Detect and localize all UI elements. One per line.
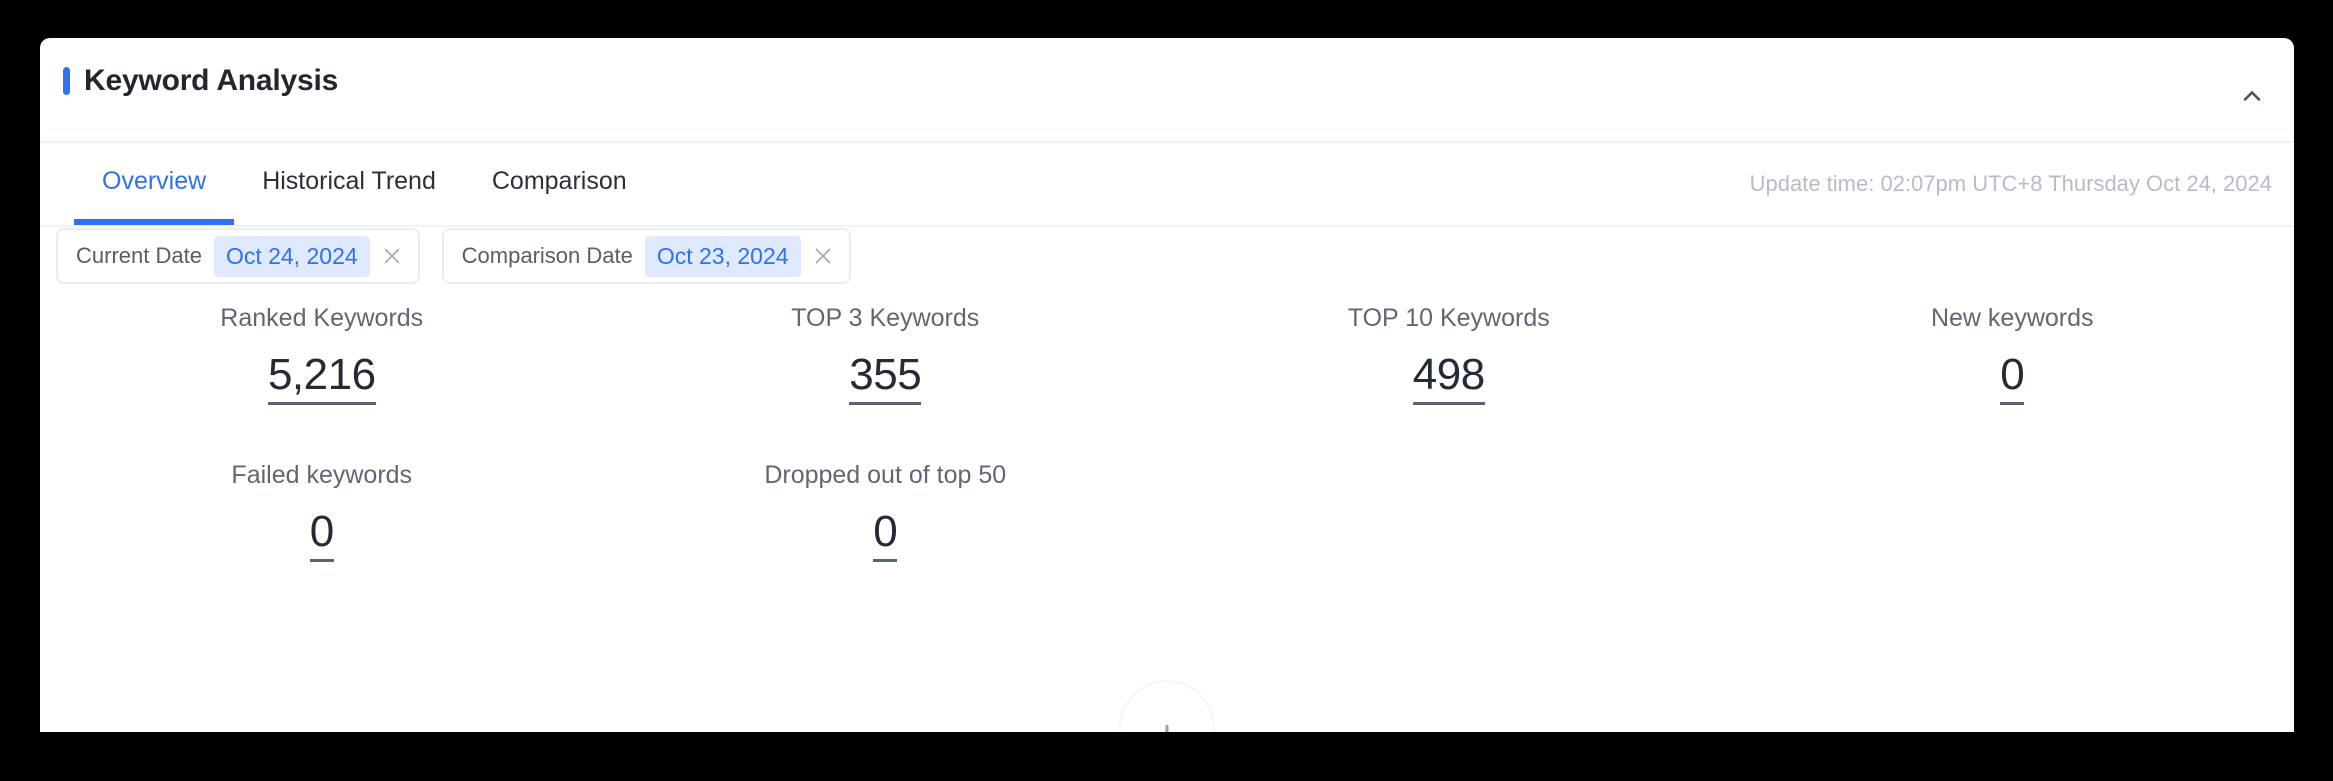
metric-label: TOP 3 Keywords bbox=[791, 304, 980, 332]
metric-label: TOP 10 Keywords bbox=[1347, 304, 1550, 332]
comparison-date-label: Comparison Date bbox=[461, 243, 633, 268]
collapse-card-button[interactable] bbox=[2230, 74, 2274, 118]
metric-new-keywords: New keywords 0 bbox=[1731, 306, 2295, 405]
metric-top-10-keywords: TOP 10 Keywords 498 bbox=[1167, 306, 1731, 405]
metric-value-wrap: 0 bbox=[604, 510, 1168, 562]
screenshot-viewport: Keyword Analysis Overview Historical Tre… bbox=[0, 0, 2333, 781]
current-date-value[interactable]: Oct 24, 2024 bbox=[213, 235, 370, 277]
comparison-date-value[interactable]: Oct 23, 2024 bbox=[644, 235, 801, 277]
tab-historical-trend[interactable]: Historical Trend bbox=[234, 143, 464, 225]
metric-value[interactable]: 355 bbox=[849, 353, 922, 405]
tab-bar: Overview Historical Trend Comparison Upd… bbox=[40, 143, 2294, 227]
current-date-filter-chip[interactable]: Current Date Oct 24, 2024 bbox=[56, 228, 420, 284]
metrics-row-2: Failed keywords 0 Dropped out of top 50 … bbox=[40, 463, 2294, 562]
metric-value-wrap: 498 bbox=[1167, 353, 1731, 405]
keyword-analysis-card: Keyword Analysis Overview Historical Tre… bbox=[40, 38, 2294, 732]
tab-list: Overview Historical Trend Comparison bbox=[74, 143, 655, 225]
metric-top-3-keywords: TOP 3 Keywords 355 bbox=[604, 306, 1168, 405]
metric-value[interactable]: 5,216 bbox=[267, 353, 376, 405]
date-filter-row: Current Date Oct 24, 2024 Comparison Dat… bbox=[40, 228, 851, 284]
metric-value[interactable]: 0 bbox=[873, 510, 898, 562]
metric-value[interactable]: 0 bbox=[2000, 353, 2025, 405]
chevron-up-icon bbox=[2243, 91, 2261, 101]
current-date-clear-button[interactable] bbox=[370, 234, 414, 278]
metric-value[interactable]: 498 bbox=[1412, 353, 1485, 405]
metric-failed-keywords: Failed keywords 0 bbox=[40, 463, 604, 562]
metric-label: Ranked Keywords bbox=[220, 304, 424, 332]
card-title-group: Keyword Analysis bbox=[63, 66, 338, 96]
metric-ranked-keywords: Ranked Keywords 5,216 bbox=[40, 306, 604, 405]
metrics-row-1: Ranked Keywords 5,216 TOP 3 Keywords 355… bbox=[40, 306, 2294, 405]
comparison-date-filter-chip[interactable]: Comparison Date Oct 23, 2024 bbox=[441, 228, 851, 284]
comparison-date-clear-button[interactable] bbox=[801, 234, 845, 278]
metric-dropped-out-of-top-50: Dropped out of top 50 0 bbox=[604, 463, 1168, 562]
close-icon bbox=[815, 248, 830, 264]
close-icon bbox=[384, 248, 400, 264]
metric-label: Dropped out of top 50 bbox=[764, 461, 1007, 489]
metrics-grid: Ranked Keywords 5,216 TOP 3 Keywords 355… bbox=[40, 306, 2294, 562]
metric-spacer-1 bbox=[1167, 463, 1731, 562]
metric-value[interactable]: 0 bbox=[309, 510, 334, 562]
metric-value-wrap: 0 bbox=[40, 510, 604, 562]
card-header: Keyword Analysis bbox=[40, 38, 2294, 143]
metric-spacer-2 bbox=[1731, 463, 2295, 562]
metric-label: Failed keywords bbox=[231, 461, 413, 489]
metric-value-wrap: 5,216 bbox=[40, 353, 604, 405]
tab-comparison[interactable]: Comparison bbox=[464, 143, 655, 225]
metric-value-wrap: 0 bbox=[1731, 353, 2295, 405]
accent-bar-icon bbox=[63, 67, 70, 95]
update-time-label: Update time: 02:07pm UTC+8 Thursday Oct … bbox=[1749, 171, 2272, 196]
metric-label: New keywords bbox=[1930, 304, 2094, 332]
page-title: Keyword Analysis bbox=[84, 64, 339, 97]
scroll-indicator bbox=[1165, 725, 1169, 732]
metric-value-wrap: 355 bbox=[604, 353, 1168, 405]
current-date-label: Current Date bbox=[76, 243, 202, 268]
tab-overview[interactable]: Overview bbox=[74, 143, 235, 225]
